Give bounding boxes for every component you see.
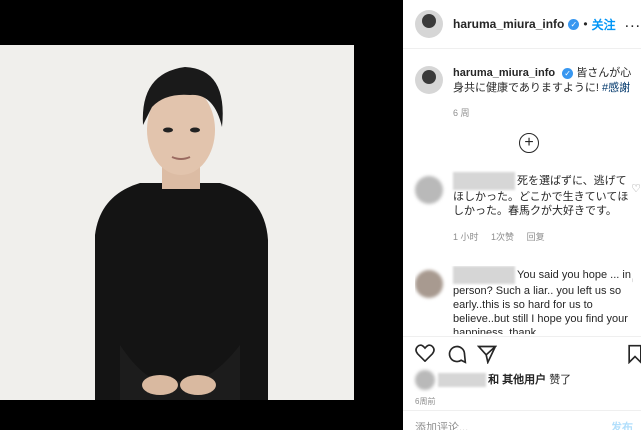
comment-reply-button[interactable]: 回复	[527, 232, 545, 242]
verified-badge-icon: ✓	[568, 18, 580, 30]
comment-text: 死を選ばずに、逃げてほしかった。どこかで生きていてほしかった。春馬クが大好きです…	[453, 172, 633, 218]
caption-username[interactable]: haruma_miura_info	[453, 67, 555, 79]
comment-bubble-icon[interactable]	[447, 344, 467, 364]
post-photo	[0, 45, 354, 400]
liked-label: 赞了	[549, 373, 572, 386]
post-age: 6周前	[415, 397, 436, 406]
separator-dot: •	[583, 17, 588, 31]
liker-name-blurred[interactable]	[438, 373, 487, 387]
post-header: haruma_miura_info ✓ • 关注 ...	[403, 0, 641, 49]
actions-divider	[403, 336, 641, 337]
save-bookmark-icon[interactable]	[627, 344, 641, 364]
commenter-avatar-blurred[interactable]	[415, 176, 443, 204]
add-comment-divider	[403, 410, 641, 411]
follow-button[interactable]: 关注	[592, 16, 616, 33]
commenter-name-blurred[interactable]	[453, 172, 515, 190]
commenter-avatar-blurred[interactable]	[415, 270, 443, 298]
commenter-name-blurred[interactable]	[453, 266, 515, 284]
author-avatar[interactable]	[415, 10, 443, 38]
load-more-comments-icon[interactable]: +	[519, 133, 539, 153]
comment-item: You said you hope ... in person? Such a …	[415, 266, 633, 334]
comment-like-heart-icon[interactable]: ♡	[631, 182, 641, 195]
post-caption: haruma_miura_info ✓ 皆さんが心身共に健康でありますように! …	[415, 66, 637, 119]
like-heart-icon[interactable]	[415, 344, 435, 362]
hashtag-link[interactable]: #感謝	[602, 82, 630, 94]
comment-meta: 1 小时 1次赞 回复	[453, 230, 633, 243]
comment-item: 死を選ばずに、逃げてほしかった。どこかで生きていてほしかった。春馬クが大好きです…	[415, 172, 641, 243]
caption-age: 6 周	[453, 108, 470, 118]
others-link[interactable]: 和 其他用户	[488, 374, 546, 386]
instagram-post-viewer: haruma_miura_info ✓ • 关注 ... haruma_miur…	[0, 0, 641, 430]
add-comment-input[interactable]: 添加评论...	[415, 419, 468, 430]
post-media	[0, 0, 403, 430]
post-actions	[415, 344, 641, 366]
verified-badge-icon: ✓	[562, 67, 574, 79]
likes-summary: 和 其他用户 赞了	[415, 370, 571, 390]
comment-like-heart-icon[interactable]: ♡	[631, 276, 633, 289]
caption-text: haruma_miura_info ✓ 皆さんが心身共に健康でありますように! …	[453, 66, 637, 96]
share-send-icon[interactable]	[477, 344, 497, 364]
caption-author-avatar[interactable]	[415, 66, 443, 94]
comment-like-count[interactable]: 1次赞	[491, 232, 514, 242]
author-username[interactable]: haruma_miura_info	[453, 17, 564, 31]
comment-text: You said you hope ... in person? Such a …	[453, 266, 633, 334]
comment-time: 1 小时	[453, 232, 479, 242]
post-side-panel: haruma_miura_info ✓ • 关注 ... haruma_miur…	[403, 0, 641, 430]
more-options-icon[interactable]: ...	[625, 14, 641, 32]
liker-avatar-blurred[interactable]	[415, 370, 435, 390]
post-comment-button[interactable]: 发布	[611, 419, 633, 430]
